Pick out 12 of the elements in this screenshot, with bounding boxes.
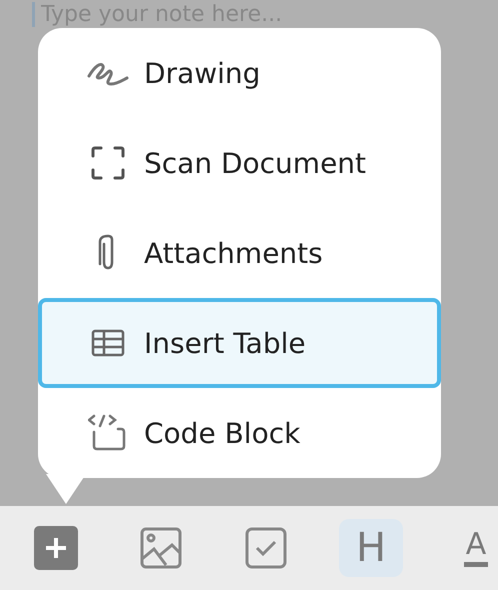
scan-icon [91, 146, 125, 180]
checkbox-icon [245, 527, 287, 569]
menu-item[interactable]: Scan Document [38, 118, 441, 208]
image-icon [140, 527, 182, 569]
table-icon [91, 329, 125, 357]
plus-icon [34, 526, 78, 570]
menu-item[interactable]: Insert Table [38, 298, 441, 388]
toolbar-button[interactable]: A [444, 519, 498, 577]
menu-item[interactable]: Code Block [38, 388, 441, 478]
menu-item[interactable]: Drawing [38, 28, 441, 118]
menu-item[interactable]: Attachments [38, 208, 441, 298]
code-icon [88, 414, 128, 452]
